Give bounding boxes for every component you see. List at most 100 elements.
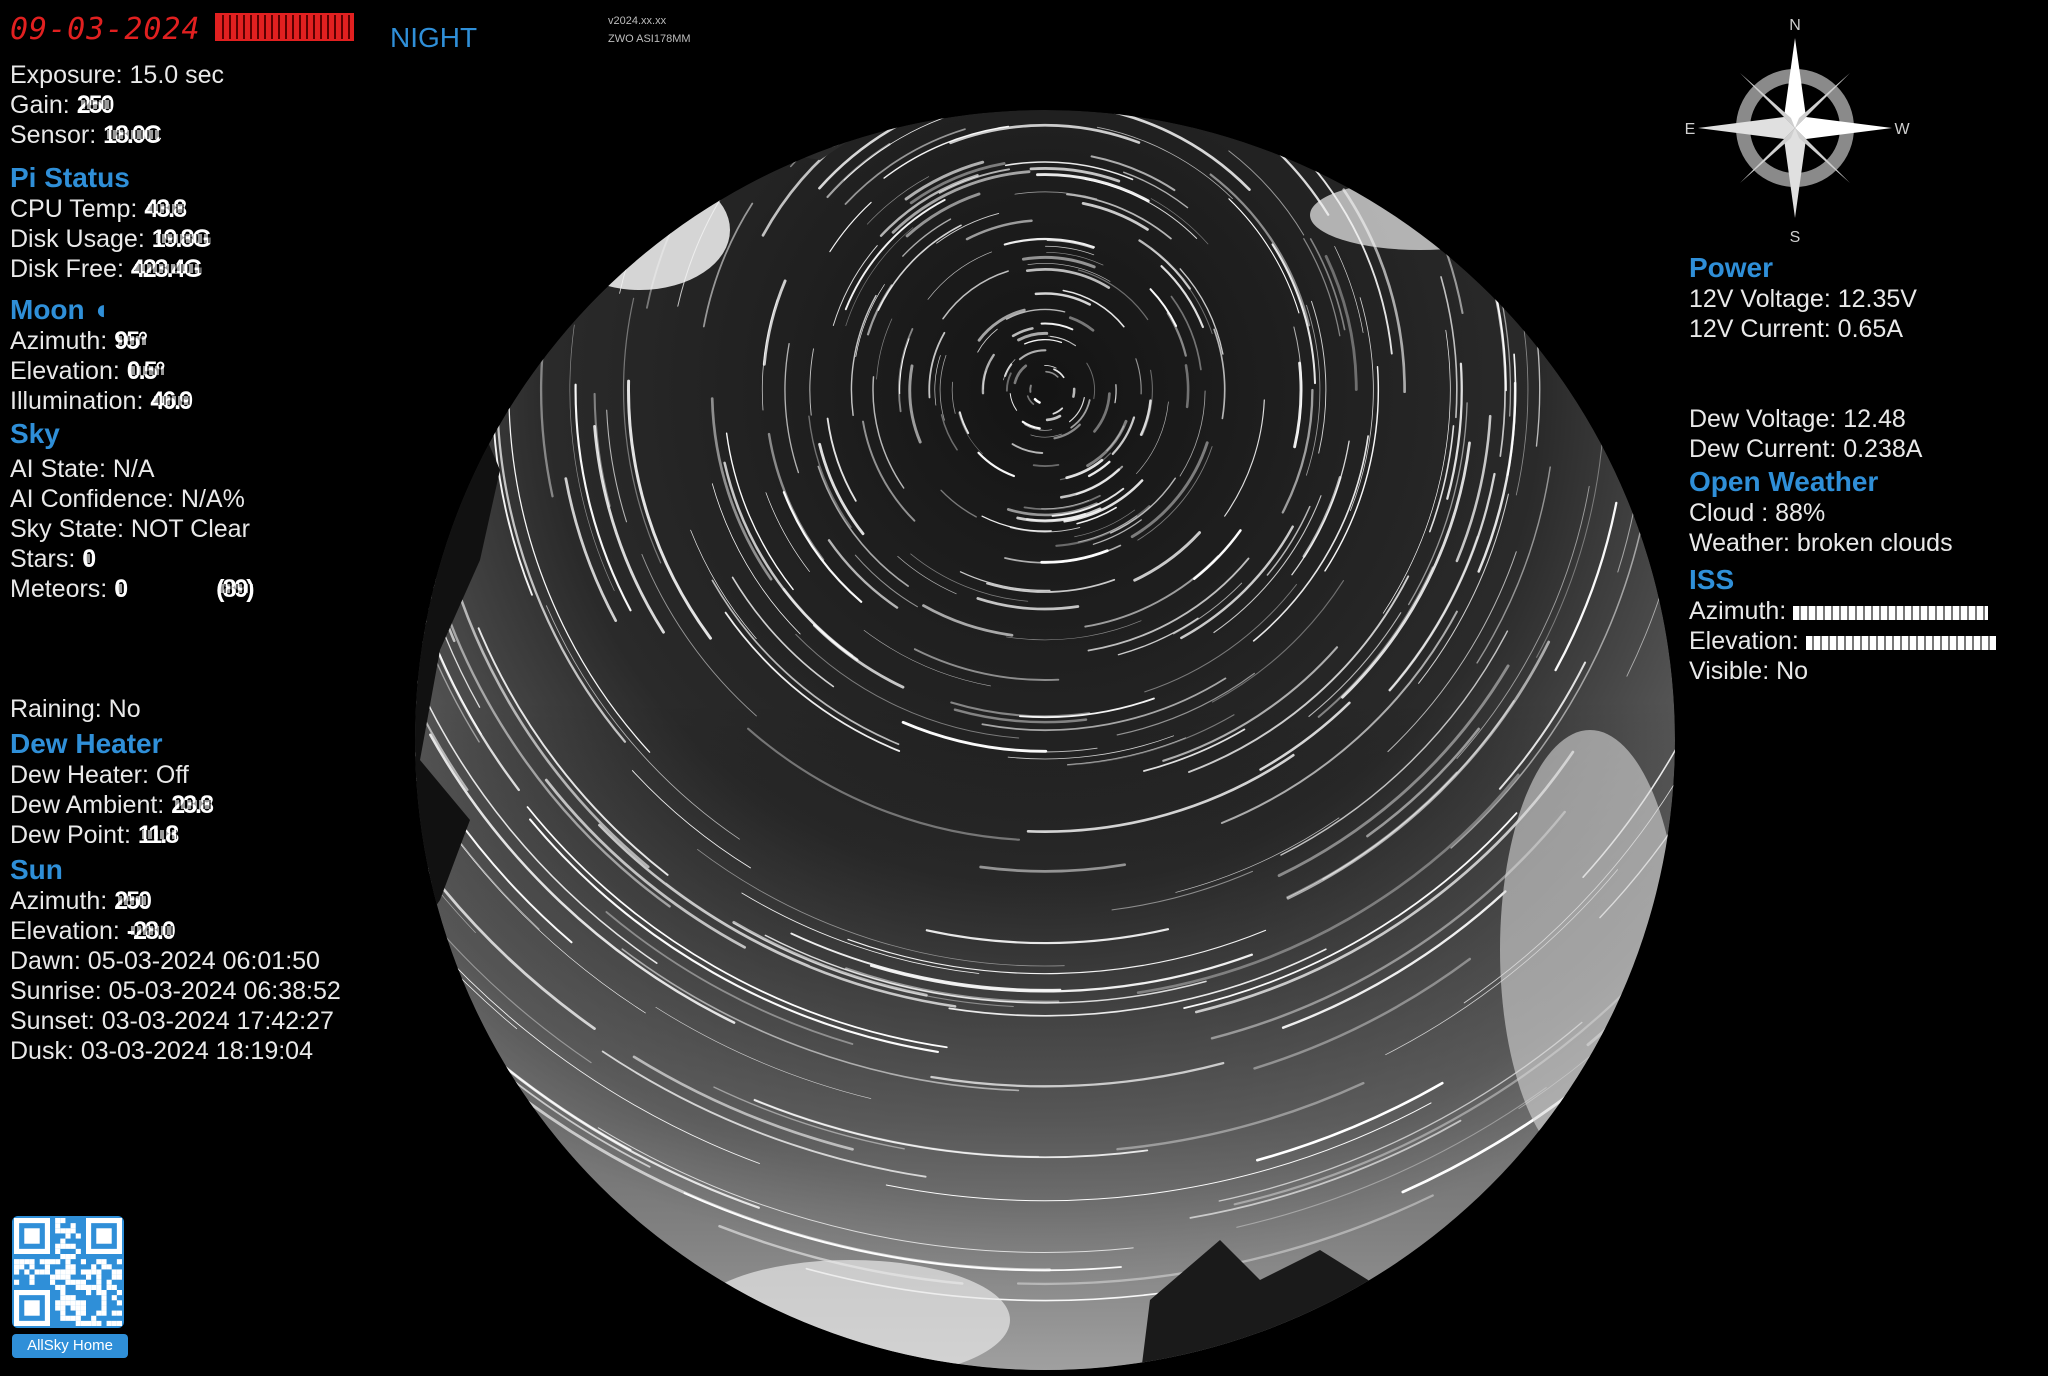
star-trail bbox=[494, 0, 613, 46]
star-trail bbox=[1452, 110, 1675, 233]
sun-azimuth: Azimuth: 250 bbox=[10, 886, 341, 916]
sun-elevation-value: -28.0 bbox=[126, 917, 176, 945]
qr-code bbox=[12, 1216, 124, 1328]
star-trail bbox=[621, 110, 717, 158]
dew-point: Dew Point: 11.8 bbox=[10, 820, 341, 850]
qr-code-icon bbox=[14, 1218, 122, 1326]
compass-icon: N S E W bbox=[1685, 17, 1910, 245]
disk-usage-label: Disk Usage: bbox=[10, 225, 145, 253]
dew-heater-heading: Dew Heater bbox=[10, 728, 163, 759]
star-trail bbox=[1327, 110, 1412, 172]
sensor-value: 18.0C bbox=[103, 121, 162, 149]
star-trail bbox=[940, 73, 1021, 90]
iss-elevation-label: Elevation: bbox=[1689, 627, 1799, 655]
star-trail bbox=[415, 244, 433, 666]
star-trail bbox=[415, 206, 433, 600]
compass-e: E bbox=[1685, 121, 1696, 138]
voltage-12v: 12V Voltage: 12.35V bbox=[1689, 285, 1917, 313]
ai-state: AI State: N/A bbox=[10, 455, 155, 483]
open-weather-heading: Open Weather bbox=[1689, 466, 1879, 497]
disk-usage-value: 19.8G bbox=[151, 225, 212, 253]
star-trail bbox=[1455, 0, 1714, 15]
star-trail bbox=[345, 151, 387, 500]
star-trail bbox=[1152, 0, 1457, 96]
time-glitch bbox=[214, 13, 354, 41]
compass-w: W bbox=[1894, 121, 1910, 138]
star-trail bbox=[702, 110, 952, 143]
sunset: Sunset: 03-03-2024 17:42:27 bbox=[10, 1007, 334, 1035]
cpu-temp-value: 43.8 bbox=[144, 195, 187, 223]
star-trail bbox=[1136, 45, 1245, 94]
compass-n: N bbox=[1789, 17, 1801, 34]
star-trail bbox=[863, 110, 1034, 114]
sun-elevation-label: Elevation: bbox=[10, 917, 120, 945]
dew-point-value: 11.8 bbox=[137, 821, 179, 849]
moon-heading-text: Moon bbox=[10, 294, 85, 325]
moon-elevation-label: Elevation: bbox=[10, 357, 120, 385]
cpu-temp-label: CPU Temp: bbox=[10, 195, 138, 223]
star-trail bbox=[1046, 26, 1264, 99]
disk-free-value: 423.4G bbox=[130, 255, 203, 283]
star-trail bbox=[415, 110, 519, 111]
star-trail bbox=[1604, 121, 1665, 329]
moon-azimuth-value: 95° bbox=[114, 327, 148, 355]
right-panel: Power 12V Voltage: 12.35V 12V Current: 0… bbox=[1689, 252, 1996, 686]
version-text: v2024.xx.xx bbox=[608, 15, 667, 27]
iss-elevation-redacted bbox=[1805, 636, 1996, 650]
moon-elevation: Elevation: 0.5° bbox=[10, 356, 341, 386]
star-trail bbox=[415, 110, 449, 139]
sky-state: Sky State: NOT Clear bbox=[10, 515, 250, 543]
pi-status-heading: Pi Status bbox=[10, 162, 130, 193]
dew-heater-state: Dew Heater: Off bbox=[10, 761, 189, 789]
gain-label: Gain: bbox=[10, 91, 70, 119]
iss-azimuth-label: Azimuth: bbox=[1689, 597, 1787, 625]
meteors-value: 0 bbox=[114, 575, 128, 603]
sensor: Sensor: 18.0C bbox=[10, 120, 341, 150]
star-trail bbox=[977, 72, 1154, 92]
star-trail bbox=[734, 0, 859, 47]
ai-confidence: AI Confidence: N/A% bbox=[10, 485, 245, 513]
stars-label: Stars: bbox=[10, 545, 76, 573]
star-trail bbox=[1130, 0, 1313, 55]
left-panel: Exposure: 15.0 sec Gain: 250 Sensor: 18.… bbox=[10, 60, 341, 1066]
cpu-temp: CPU Temp: 43.8 bbox=[10, 194, 341, 224]
meteors: Meteors: 0 (89) bbox=[10, 574, 341, 604]
moon-illumination: Illumination: 46.9 bbox=[10, 386, 341, 416]
weather-desc: Weather: broken clouds bbox=[1689, 529, 1953, 557]
moon-azimuth: Azimuth: 95° bbox=[10, 326, 341, 356]
star-trail bbox=[1029, 384, 1032, 393]
moon-heading: Moon ◖ bbox=[10, 294, 341, 326]
star-trail bbox=[1299, 0, 1648, 30]
camera-model: ZWO ASI178MM bbox=[608, 33, 691, 45]
star-trail bbox=[460, 0, 611, 1]
date-time: 09-03-2024 bbox=[10, 12, 354, 47]
star-trail bbox=[1390, 110, 1600, 259]
star-trail bbox=[1541, 127, 1602, 310]
dew-ambient-label: Dew Ambient: bbox=[10, 791, 165, 819]
star-trail bbox=[1143, 47, 1265, 109]
star-trail bbox=[487, 110, 631, 317]
iss-azimuth-redacted bbox=[1793, 606, 1989, 620]
moon-illumination-value: 46.9 bbox=[150, 387, 193, 415]
star-trail bbox=[1592, 168, 1635, 340]
star-trail bbox=[493, 240, 516, 410]
moon-phase-icon: ◖ bbox=[92, 294, 110, 325]
star-trail bbox=[1173, 0, 1352, 58]
qr-code-link[interactable]: AllSky Home bbox=[12, 1216, 128, 1360]
star-trail bbox=[664, 110, 751, 156]
star-trail bbox=[623, 110, 696, 222]
star-trail bbox=[974, 37, 1226, 87]
meteors-extra: (89) bbox=[216, 575, 254, 603]
allsky-home-button[interactable]: AllSky Home bbox=[12, 1334, 128, 1358]
stars-value: 0 bbox=[82, 545, 96, 573]
star-trail bbox=[1273, 0, 1395, 77]
iss-azimuth: Azimuth: bbox=[1689, 596, 1996, 626]
star-trail bbox=[1179, 0, 1415, 71]
dawn: Dawn: 05-03-2024 06:01:50 bbox=[10, 947, 320, 975]
star-trail bbox=[415, 110, 433, 242]
compass-s: S bbox=[1790, 229, 1801, 245]
dew-ambient-value: 23.8 bbox=[171, 791, 214, 819]
star-trail bbox=[779, 0, 1044, 4]
star-trail bbox=[762, 110, 885, 119]
disk-usage: Disk Usage: 19.8G bbox=[10, 224, 341, 254]
